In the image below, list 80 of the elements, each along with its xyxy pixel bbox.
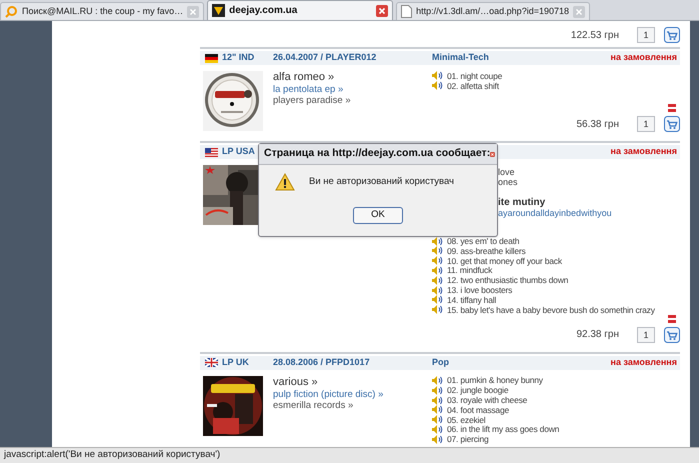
speaker-icon[interactable]	[432, 386, 443, 395]
availability-text: на замовлення	[610, 145, 678, 158]
quantity-field[interactable]: 1	[637, 27, 655, 43]
dialog-message: Ви не авторизований користувач	[309, 174, 454, 189]
cart-icon[interactable]	[664, 116, 680, 132]
track-text: 02. alfetta shift	[447, 80, 499, 91]
genre-text: Pop	[432, 356, 449, 367]
track-text: 15. baby let's have a baby bevore bush do somethin crazy	[447, 304, 655, 315]
artist-link[interactable]: ite mutiny	[498, 198, 546, 208]
date-catalog-text: 28.08.2006 / PFPD1017	[273, 356, 370, 367]
speaker-icon[interactable]	[432, 246, 443, 256]
track-text: 03. royale with cheese	[447, 395, 528, 406]
speaker-icon[interactable]	[432, 434, 443, 444]
speaker-icon[interactable]	[432, 376, 443, 385]
track-text: 02. jungle boogie	[447, 385, 508, 396]
track-text: 14. tiffany hall	[447, 294, 496, 305]
track-text: 01. night coupe	[447, 70, 502, 81]
cart-icon[interactable]	[664, 326, 680, 343]
speaker-icon[interactable]	[432, 396, 443, 405]
track-text: 10. get that money off your back	[447, 256, 562, 266]
track-text: love	[498, 167, 515, 178]
speaker-icon[interactable]	[432, 295, 443, 304]
status-bar-text: javascript:alert('Ви не авторизований користувач')	[4, 448, 220, 462]
speaker-icon[interactable]	[432, 305, 443, 314]
dialog-title: Страница на http://deejay.com.ua сообщает:	[264, 146, 490, 162]
price-text: 92.38 грн	[576, 328, 619, 342]
genre-text: Minimal-Tech	[432, 52, 489, 62]
search-icon	[5, 5, 18, 18]
shield-icon	[212, 4, 226, 17]
track-text: 01. pumkin & honey bunny	[447, 375, 543, 386]
title-link[interactable]: pulp fiction (picture disc) »	[273, 388, 384, 400]
artist-link[interactable]: alfa romeo »	[273, 71, 334, 84]
track-text: 07. piercing	[447, 434, 489, 444]
quantity-field[interactable]: 1	[637, 326, 655, 343]
speaker-icon[interactable]	[432, 81, 443, 90]
track-text: 04. foot massage	[447, 404, 510, 415]
date-catalog-text: 26.04.2007 / PLAYER012	[273, 52, 376, 62]
track-text: 12. two enthusiastic thumbs down	[447, 275, 568, 286]
price-text: 56.38 грн	[576, 118, 619, 132]
format-text: LP UK	[222, 356, 249, 369]
double-bar-icon[interactable]	[668, 104, 676, 112]
track-text: 11. mindfuck	[447, 265, 492, 276]
warning-icon	[275, 173, 295, 191]
browser-tab[interactable]: Поиск@MAIL.RU : the coup - my favo…	[0, 2, 204, 20]
track-text: 13. i love boosters	[447, 285, 512, 296]
track-text: ones	[498, 177, 518, 188]
speaker-icon[interactable]	[432, 415, 443, 424]
flag-icon	[205, 148, 218, 156]
close-icon[interactable]	[376, 4, 388, 16]
title-link[interactable]: ayaroundalldayinbedwithyou	[498, 208, 612, 218]
double-bar-icon[interactable]	[668, 314, 676, 323]
browser-tab[interactable]: http://v1.3dl.am/…oad.php?id=190718	[396, 2, 590, 20]
speaker-icon[interactable]	[432, 286, 443, 295]
speaker-icon[interactable]	[432, 256, 443, 266]
speaker-icon[interactable]	[432, 236, 443, 246]
price-text: 122.53 грн	[570, 28, 619, 42]
availability-text: на замовлення	[610, 51, 678, 64]
speaker-icon[interactable]	[432, 276, 443, 285]
speaker-icon[interactable]	[432, 266, 443, 275]
track-text: 09. ass-breathe killers	[447, 246, 526, 256]
speaker-icon[interactable]	[432, 71, 443, 80]
page-icon	[401, 5, 412, 18]
quantity-field[interactable]: 1	[637, 116, 655, 132]
track-text: 06. in the lift my ass goes down	[447, 424, 560, 434]
speaker-icon[interactable]	[432, 424, 443, 434]
speaker-icon[interactable]	[432, 405, 443, 414]
track-text: 05. ezekiel	[447, 414, 486, 425]
label-link[interactable]: esmerilla records »	[273, 400, 354, 411]
format-text: LP USA	[222, 145, 255, 158]
browser-tab[interactable]: deejay.com.ua	[207, 0, 394, 20]
track-text: 08. yes em' to death	[447, 236, 520, 246]
ok-button[interactable]: OK	[353, 207, 403, 224]
flag-icon	[205, 358, 218, 368]
title-link[interactable]: la pentolata ep »	[273, 84, 344, 95]
availability-text: на замовлення	[610, 356, 678, 369]
format-text: 12" IND	[222, 51, 254, 64]
flag-icon	[205, 54, 218, 62]
label-link[interactable]: players paradise »	[273, 95, 351, 106]
cart-icon[interactable]	[664, 27, 680, 43]
artist-link[interactable]: various »	[273, 376, 318, 389]
